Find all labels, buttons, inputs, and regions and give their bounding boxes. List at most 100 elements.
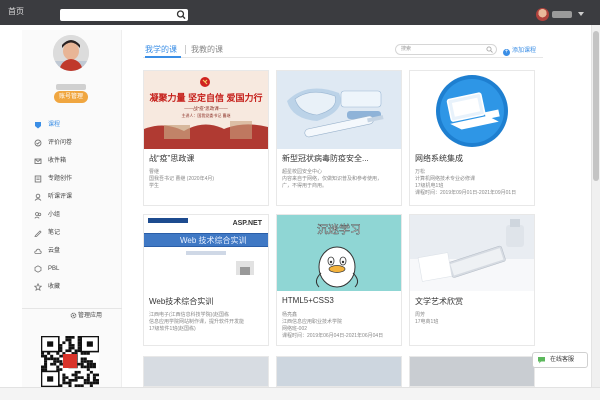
course-card[interactable]: 沉迷学习 HTML5+CSS3 杨亮鑫 江西信息应用职业技术学院 网络班-002… bbox=[276, 214, 402, 346]
course-card[interactable]: ASP.NET Web 技术综合实训 Web技术综合实训 江西电子(江西信息科技… bbox=[143, 214, 269, 346]
course-cover-image[interactable]: 凝聚力量 坚定自信 爱国力行 ——战“疫”思政课—— 主讲人：国我党委书记 曹继 bbox=[144, 71, 268, 149]
sidebar-item-inbox[interactable]: 收件箱 bbox=[22, 152, 122, 170]
manage-apps-link[interactable]: 管理应用 bbox=[22, 308, 122, 322]
course-title[interactable]: 网络系统集成 bbox=[415, 153, 463, 164]
sidebar-item-label: 笔记 bbox=[48, 230, 61, 236]
course-card-partial[interactable] bbox=[143, 356, 269, 387]
course-title[interactable]: 新型冠状病毒防疫安全... bbox=[282, 153, 369, 164]
course-card[interactable]: 文学艺术欣赏 周芳 17电商1班 bbox=[409, 214, 535, 346]
search-icon[interactable] bbox=[486, 46, 493, 53]
course-period: 课程时间：2019年09月01日-2021年09月01日 bbox=[415, 190, 517, 196]
vertical-scrollbar[interactable] bbox=[591, 25, 600, 387]
tab-my-learning[interactable]: 我学的课 bbox=[145, 44, 177, 55]
course-class: 网络班-002 bbox=[282, 326, 308, 332]
course-info: 内容来自于网络，仅做知识普及和参考使用， bbox=[282, 176, 383, 182]
cover-brand: ASP.NET bbox=[233, 220, 263, 227]
course-info: 计算机网络技术专业必修课 bbox=[415, 176, 476, 182]
sidebar-item-topics[interactable]: 专题创作 bbox=[22, 170, 122, 188]
pbl-icon bbox=[34, 265, 42, 273]
home-link[interactable]: 首页 bbox=[8, 6, 24, 17]
scrollbar-thumb[interactable] bbox=[593, 31, 599, 181]
sidebar-item-notes[interactable]: 笔记 bbox=[22, 224, 122, 242]
topic-icon bbox=[34, 175, 42, 183]
sidebar-item-label: 云盘 bbox=[48, 248, 61, 254]
favorites-icon bbox=[34, 283, 42, 291]
user-avatar[interactable] bbox=[536, 8, 549, 21]
course-info: 江西信息应用职业技术学院 bbox=[282, 319, 343, 325]
sidebar: 账号管理 课程 评价问卷 收件箱 专题创作 听课评课 小组 笔记 云盘 PBL … bbox=[22, 30, 122, 387]
profile-avatar[interactable] bbox=[53, 35, 89, 71]
course-card[interactable]: 网络系统集成 万松 计算机网络技术专业必修课 17级机电1班 课程时间：2019… bbox=[409, 70, 535, 206]
course-teacher: 江西电子(江西信息科技学院)(赵国栋 bbox=[149, 312, 229, 318]
course-card-partial[interactable] bbox=[276, 356, 402, 387]
inbox-icon bbox=[34, 158, 42, 164]
user-name-redacted[interactable] bbox=[552, 11, 572, 18]
cover-caption: 沉迷学习 bbox=[317, 222, 361, 236]
course-class: 17电商1班 bbox=[415, 319, 439, 325]
course-class: 17级机电1班 bbox=[415, 183, 444, 189]
active-tab-indicator bbox=[145, 56, 181, 58]
sidebar-item-lesson-review[interactable]: 听课评课 bbox=[22, 188, 122, 206]
chevron-down-icon[interactable] bbox=[578, 12, 584, 16]
gear-icon bbox=[70, 312, 77, 319]
search-icon[interactable] bbox=[176, 9, 186, 21]
course-card-partial[interactable] bbox=[409, 356, 535, 387]
course-period: 课程时间：2019年06月04日-2021年06月04日 bbox=[282, 333, 384, 339]
survey-icon bbox=[34, 139, 42, 147]
course-teacher: 曹继 bbox=[149, 169, 160, 175]
tabs-divider-line bbox=[143, 57, 543, 58]
course-icon bbox=[35, 122, 41, 129]
top-navigation-bar: 首页 bbox=[0, 0, 600, 25]
sidebar-item-favorites[interactable]: 收藏 bbox=[22, 278, 122, 296]
chat-bubble-icon bbox=[538, 357, 545, 364]
qr-code-image bbox=[41, 336, 99, 387]
main-content: 我学的课 我教的课 搜索 + 添加课程 凝聚力量 坚定自信 爱国力行 ——战“疫… bbox=[133, 30, 591, 387]
sidebar-item-label: 小组 bbox=[48, 212, 61, 218]
sidebar-item-pbl[interactable]: PBL bbox=[22, 260, 122, 278]
cover-headline: 凝聚力量 坚定自信 爱国力行 bbox=[149, 92, 262, 103]
sidebar-item-cloud-drive[interactable]: 云盘 bbox=[22, 242, 122, 260]
cloud-drive-icon bbox=[34, 248, 42, 254]
sidebar-item-surveys[interactable]: 评价问卷 bbox=[22, 134, 122, 152]
sidebar-item-label: 听课评课 bbox=[48, 194, 73, 200]
plus-icon: + bbox=[503, 49, 510, 56]
course-card[interactable]: 新型冠状病毒防疫安全... 超星校园安全中心 内容来自于网络，仅做知识普及和参考… bbox=[276, 70, 402, 206]
add-course-button[interactable]: + 添加课程 bbox=[503, 45, 536, 56]
sidebar-item-label: 收件箱 bbox=[48, 158, 67, 164]
sidebar-item-groups[interactable]: 小组 bbox=[22, 206, 122, 224]
group-icon bbox=[34, 212, 42, 219]
course-card[interactable]: 凝聚力量 坚定自信 爱国力行 ——战“疫”思政课—— 主讲人：国我党委书记 曹继… bbox=[143, 70, 269, 206]
course-teacher: 周芳 bbox=[415, 312, 426, 318]
course-title[interactable]: HTML5+CSS3 bbox=[282, 296, 334, 305]
online-support-button[interactable]: 在线客服 bbox=[532, 352, 588, 368]
course-teacher: 杨亮鑫 bbox=[282, 312, 298, 318]
sidebar-item-label: 评价问卷 bbox=[48, 140, 73, 146]
online-support-label: 在线客服 bbox=[550, 357, 575, 363]
course-title[interactable]: 战“疫”思政课 bbox=[149, 153, 194, 164]
course-cover-image[interactable] bbox=[277, 71, 401, 149]
course-search-placeholder: 搜索 bbox=[401, 46, 412, 52]
sidebar-item-label: PBL bbox=[48, 266, 60, 272]
course-cover-image[interactable]: 沉迷学习 bbox=[277, 215, 401, 291]
course-cover-image[interactable]: ASP.NET Web 技术综合实训 bbox=[144, 215, 268, 291]
sidebar-item-courses[interactable]: 课程 bbox=[22, 116, 122, 134]
course-info: 国我吾书记 曹继 (2020年4月) bbox=[149, 176, 215, 182]
app-window: 首页 账号管理 课程 评价问卷 收件箱 专题创作 听课评课 小组 笔记 云盘 P… bbox=[0, 0, 600, 400]
course-teacher: 超星校园安全中心 bbox=[282, 169, 323, 175]
course-cover-image[interactable] bbox=[410, 215, 534, 291]
notes-icon bbox=[34, 230, 42, 237]
course-teacher: 万松 bbox=[415, 169, 426, 175]
course-title[interactable]: 文学艺术欣赏 bbox=[415, 296, 463, 307]
cover-subheadline: ——战“疫”思政课—— bbox=[184, 105, 228, 112]
global-search-input[interactable] bbox=[60, 9, 188, 21]
course-info: 广，不得用于商用。 bbox=[282, 183, 328, 189]
profile-name-redacted bbox=[56, 84, 86, 90]
course-title[interactable]: Web技术综合实训 bbox=[149, 296, 213, 307]
course-cover-image[interactable] bbox=[410, 71, 534, 149]
manage-apps-label: 管理应用 bbox=[78, 313, 103, 319]
account-manage-button[interactable]: 账号管理 bbox=[54, 91, 88, 103]
tab-my-teaching[interactable]: 我教的课 bbox=[191, 44, 223, 55]
lesson-review-icon bbox=[34, 193, 42, 201]
tab-divider bbox=[185, 45, 186, 54]
course-search-input[interactable]: 搜索 bbox=[395, 44, 497, 55]
